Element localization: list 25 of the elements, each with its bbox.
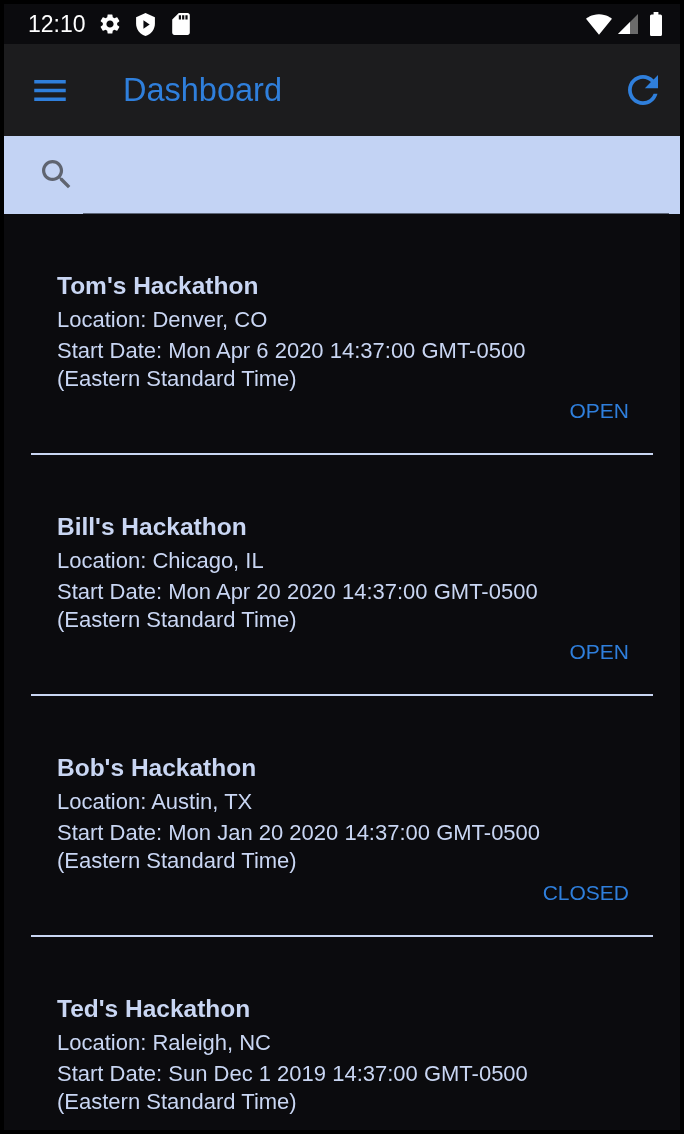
start-date-text: Start Date: Mon Apr 20 2020 14:37:00 GMT-0500 (Eastern Standard Time) <box>57 578 539 634</box>
hackathon-title: Bill's Hackathon <box>57 513 248 541</box>
start-date-text: Start Date: Mon Apr 6 2020 14:37:00 GMT-0500 (Eastern Standard Time) <box>57 337 527 393</box>
status-button[interactable]: OPEN <box>569 397 629 425</box>
location-text: Location: Chicago, IL <box>57 547 265 575</box>
menu-icon[interactable] <box>34 79 66 101</box>
shield-play-icon <box>135 12 155 36</box>
signal-icon <box>618 14 638 34</box>
battery-icon <box>650 12 662 36</box>
search-icon <box>42 160 72 190</box>
location-text: Location: Denver, CO <box>57 306 269 334</box>
status-button[interactable]: OPEN <box>569 638 629 666</box>
start-date-text: Start Date: Sun Dec 1 2019 14:37:00 GMT-0500 (Eastern Standard Time) <box>57 1060 529 1116</box>
location-text: Location: Raleigh, NC <box>57 1029 272 1057</box>
refresh-icon[interactable] <box>628 75 658 105</box>
wifi-icon <box>586 13 612 35</box>
hackathon-title: Bob's Hackathon <box>57 754 258 782</box>
start-date-text: Start Date: Mon Jan 20 2020 14:37:00 GMT-0500 (Eastern Standard Time) <box>57 819 542 875</box>
location-text: Location: Austin, TX <box>57 788 254 816</box>
hackathon-title: Tom's Hackathon <box>57 272 260 300</box>
clock-time: 12:10 <box>28 9 86 39</box>
hackathon-title: Ted's Hackathon <box>57 995 252 1023</box>
app-title: Dashboard <box>123 70 282 110</box>
sd-card-icon <box>171 13 190 35</box>
status-button[interactable]: CLOSED <box>542 879 629 907</box>
